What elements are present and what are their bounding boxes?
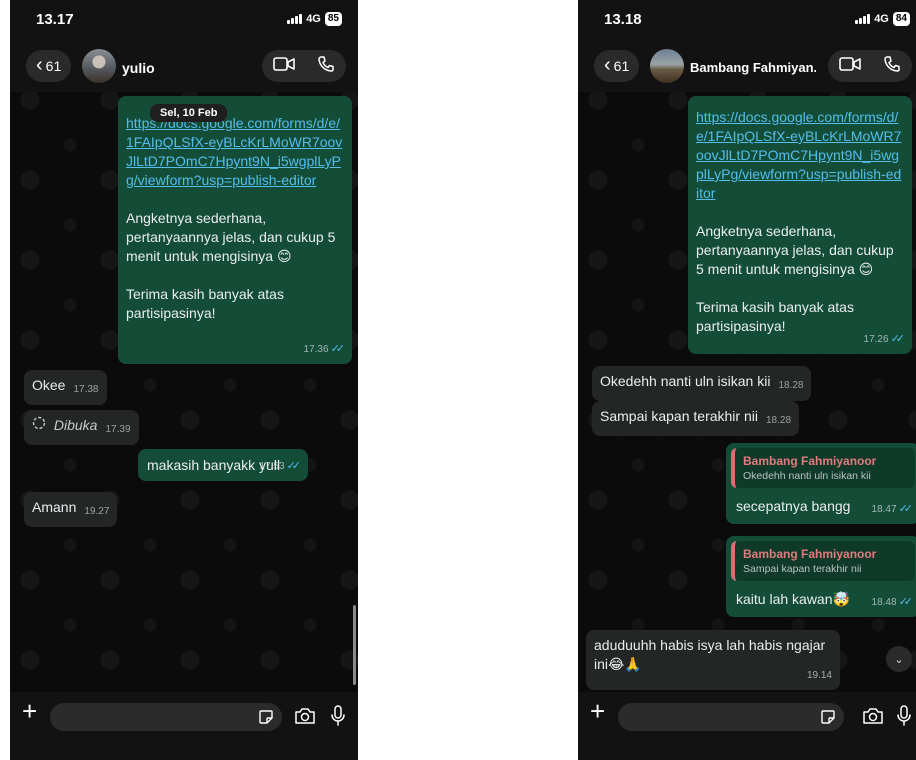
status-time: 13.17 (36, 11, 74, 28)
microphone-icon[interactable] (896, 705, 912, 732)
chat-screen-yulio: 13.17 4G 85 ‹ 61 yulio https://docs.goog… (10, 0, 358, 760)
message-link[interactable]: https://docs.google.com/forms/d/e/1FAIpQ… (126, 114, 344, 190)
message-time: 19.27 (84, 506, 110, 517)
plus-icon[interactable]: + (590, 698, 605, 724)
message-meta: 17.53 ✓✓ (259, 457, 302, 476)
unread-count: 61 (45, 58, 62, 74)
message-text: Angketnya sederhana, pertanyaannya jelas… (126, 210, 336, 321)
message-input[interactable] (618, 703, 844, 731)
message-bubble-outgoing[interactable]: https://docs.google.com/forms/d/e/1FAIpQ… (688, 96, 912, 354)
reply-bubble-outgoing[interactable]: Bambang Fahmiyanoor Sampai kapan terakhi… (726, 536, 916, 617)
scroll-to-bottom-button[interactable]: ⌄ (886, 646, 912, 672)
double-check-icon: ✓✓ (898, 503, 914, 515)
chevron-left-icon: ‹ (604, 54, 611, 76)
date-label: Sel, 10 Feb (150, 104, 228, 122)
plus-icon[interactable]: + (22, 698, 37, 724)
message-input[interactable] (50, 703, 282, 731)
chevron-left-icon: ‹ (36, 54, 43, 76)
message-time: 17.38 (73, 384, 99, 395)
message-meta: 17.26 ✓✓ (863, 330, 906, 349)
message-text: secepatnya bangg (736, 498, 851, 514)
message-bubble-incoming[interactable]: aduduuhh habis isya lah habis ngajar ini… (586, 630, 840, 690)
message-bubble-outgoing[interactable]: https://docs.google.com/forms/d/e/1FAIpQ… (118, 96, 352, 364)
message-time: 18.28 (765, 415, 792, 426)
network-label: 4G (306, 13, 321, 25)
message-text: kaitu lah kawan🤯 (736, 591, 850, 607)
status-bar: 13.17 4G 85 (10, 0, 358, 42)
status-time: 13.18 (604, 11, 642, 28)
message-bubble-outgoing[interactable]: makasih banyakk yull 17.53 ✓✓ (138, 449, 308, 481)
message-text: Okedehh nanti uln isikan kii (600, 373, 771, 389)
camera-icon[interactable] (862, 707, 884, 730)
message-meta: 18.48 ✓✓ (871, 593, 914, 612)
status-indicators: 4G 84 (855, 12, 910, 26)
message-link[interactable]: https://docs.google.com/forms/d/e/1FAIpQ… (696, 108, 904, 203)
call-actions (828, 50, 912, 82)
camera-icon[interactable] (294, 707, 316, 730)
contact-name[interactable]: yulio (122, 60, 242, 76)
sticker-icon[interactable] (258, 709, 274, 730)
quote-text: Sampai kapan terakhir nii (743, 563, 862, 575)
message-text: aduduuhh habis isya lah habis ngajar ini… (594, 637, 826, 672)
call-actions (262, 50, 346, 82)
double-check-icon: ✓✓ (286, 460, 302, 472)
message-meta: 18.47 ✓✓ (871, 500, 914, 519)
sticker-icon[interactable] (820, 709, 836, 730)
back-button[interactable]: ‹ 61 (594, 50, 640, 82)
message-bubble-incoming[interactable]: Amann 19.27 (24, 492, 118, 527)
network-label: 4G (874, 13, 889, 25)
message-input-bar: + (10, 692, 358, 760)
battery-icon: 85 (324, 12, 342, 26)
chat-screen-bambang: 13.18 4G 84 ‹ 61 Bambang Fahmiyan... htt… (578, 0, 916, 760)
contact-name[interactable]: Bambang Fahmiyan... (690, 60, 816, 75)
signal-icon (855, 14, 871, 24)
message-bubble-opened[interactable]: Dibuka 17.39 (24, 410, 139, 445)
message-time: 17.26 (863, 334, 889, 345)
quote-author: Bambang Fahmiyanoor (743, 454, 877, 468)
double-check-icon: ✓✓ (330, 343, 346, 355)
chat-header: ‹ 61 Bambang Fahmiyan... (578, 42, 916, 92)
message-text: Angketnya sederhana, pertanyaannya jelas… (696, 223, 894, 334)
reply-bubble-outgoing[interactable]: Bambang Fahmiyanoor Okedehh nanti uln is… (726, 443, 916, 524)
microphone-icon[interactable] (330, 705, 346, 732)
chevron-down-icon: ⌄ (894, 653, 904, 666)
video-call-icon[interactable] (839, 56, 861, 77)
message-bubble-incoming[interactable]: Sampai kapan terakhir nii 18.28 (592, 401, 800, 436)
message-bubble-incoming[interactable]: Okee 17.38 (24, 370, 107, 405)
message-time: 18.28 (778, 380, 804, 391)
quoted-message[interactable]: Bambang Fahmiyanoor Sampai kapan terakhi… (731, 541, 915, 581)
avatar[interactable] (82, 49, 116, 83)
quoted-message[interactable]: Bambang Fahmiyanoor Okedehh nanti uln is… (731, 448, 915, 488)
status-indicators: 4G 85 (287, 12, 342, 26)
message-time: 18.47 (871, 504, 897, 515)
phone-call-icon[interactable] (883, 55, 901, 78)
scrollbar[interactable] (353, 605, 356, 685)
message-text: Sampai kapan terakhir nii (600, 408, 758, 424)
battery-icon: 84 (892, 12, 910, 26)
message-time: 18.48 (871, 597, 897, 608)
status-bar: 13.18 4G 84 (578, 0, 916, 42)
video-call-icon[interactable] (273, 56, 295, 77)
message-text: Dibuka (53, 417, 98, 433)
message-meta: 17.36 ✓✓ (303, 340, 346, 359)
message-time: 19.14 (806, 670, 832, 681)
view-once-icon (32, 416, 50, 433)
chat-header: ‹ 61 yulio (10, 42, 358, 92)
phone-call-icon[interactable] (317, 55, 335, 78)
message-bubble-incoming[interactable]: Okedehh nanti uln isikan kii 18.28 (592, 366, 812, 401)
quote-author: Bambang Fahmiyanoor (743, 547, 877, 561)
message-input-bar: + (578, 692, 916, 760)
message-time: 17.36 (303, 344, 329, 355)
message-time: 17.53 (259, 461, 285, 472)
message-text: Amann (32, 499, 77, 515)
back-button[interactable]: ‹ 61 (26, 50, 72, 82)
unread-count: 61 (613, 58, 630, 74)
avatar[interactable] (650, 49, 684, 83)
double-check-icon: ✓✓ (898, 596, 914, 608)
signal-icon (287, 14, 303, 24)
message-text: Okee (32, 377, 66, 393)
double-check-icon: ✓✓ (890, 333, 906, 345)
quote-text: Okedehh nanti uln isikan kii (743, 470, 871, 482)
message-time: 17.39 (105, 424, 131, 435)
